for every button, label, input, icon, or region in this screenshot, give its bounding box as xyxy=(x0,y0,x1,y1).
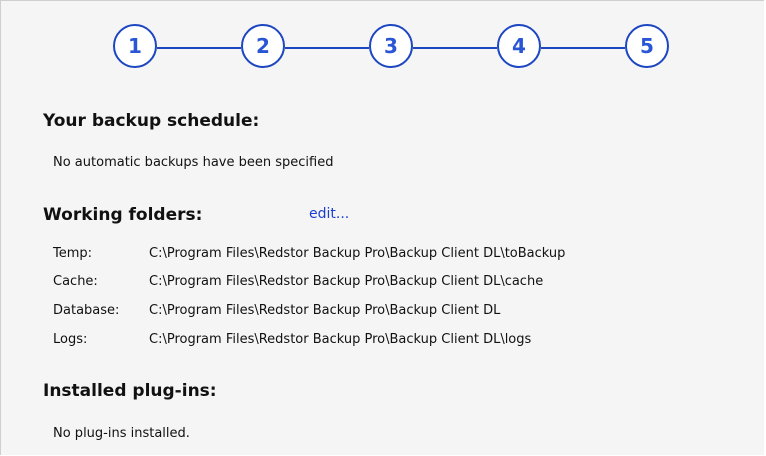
step-5-circle[interactable]: 5 xyxy=(625,24,669,68)
step-1-circle[interactable]: 1 xyxy=(113,24,157,68)
step-connector xyxy=(157,47,241,49)
folder-path: C:\Program Files\Redstor Backup Pro\Back… xyxy=(149,303,501,318)
folders-heading: Working folders: xyxy=(43,205,203,225)
folder-path: C:\Program Files\Redstor Backup Pro\Back… xyxy=(149,332,532,347)
edit-folders-link[interactable]: edit... xyxy=(309,206,349,222)
step-connector xyxy=(413,47,497,49)
folder-label: Cache: xyxy=(53,274,98,289)
folder-row-database: Database: C:\Program Files\Redstor Backu… xyxy=(53,303,713,323)
step-connector xyxy=(541,47,625,49)
folder-row-temp: Temp: C:\Program Files\Redstor Backup Pr… xyxy=(53,246,713,266)
wizard-step-indicator: 1 2 3 4 5 xyxy=(113,24,678,72)
folder-label: Logs: xyxy=(53,332,88,347)
step-3-circle[interactable]: 3 xyxy=(369,24,413,68)
folder-label: Temp: xyxy=(53,246,93,261)
folder-label: Database: xyxy=(53,303,120,318)
schedule-heading: Your backup schedule: xyxy=(43,111,260,131)
step-2-circle[interactable]: 2 xyxy=(241,24,285,68)
step-number: 1 xyxy=(128,34,142,58)
step-number: 3 xyxy=(384,34,398,58)
folder-path: C:\Program Files\Redstor Backup Pro\Back… xyxy=(149,274,544,289)
schedule-text: No automatic backups have been specified xyxy=(53,155,334,170)
folder-row-logs: Logs: C:\Program Files\Redstor Backup Pr… xyxy=(53,332,713,352)
summary-panel: 1 2 3 4 5 Your backup schedule: No autom… xyxy=(0,0,765,455)
plugins-heading: Installed plug-ins: xyxy=(43,381,217,401)
folder-row-cache: Cache: C:\Program Files\Redstor Backup P… xyxy=(53,274,713,294)
step-number: 2 xyxy=(256,34,270,58)
step-4-circle[interactable]: 4 xyxy=(497,24,541,68)
step-number: 4 xyxy=(512,34,526,58)
plugins-text: No plug-ins installed. xyxy=(53,426,190,441)
step-connector xyxy=(285,47,369,49)
step-number: 5 xyxy=(640,34,654,58)
folder-path: C:\Program Files\Redstor Backup Pro\Back… xyxy=(149,246,566,261)
